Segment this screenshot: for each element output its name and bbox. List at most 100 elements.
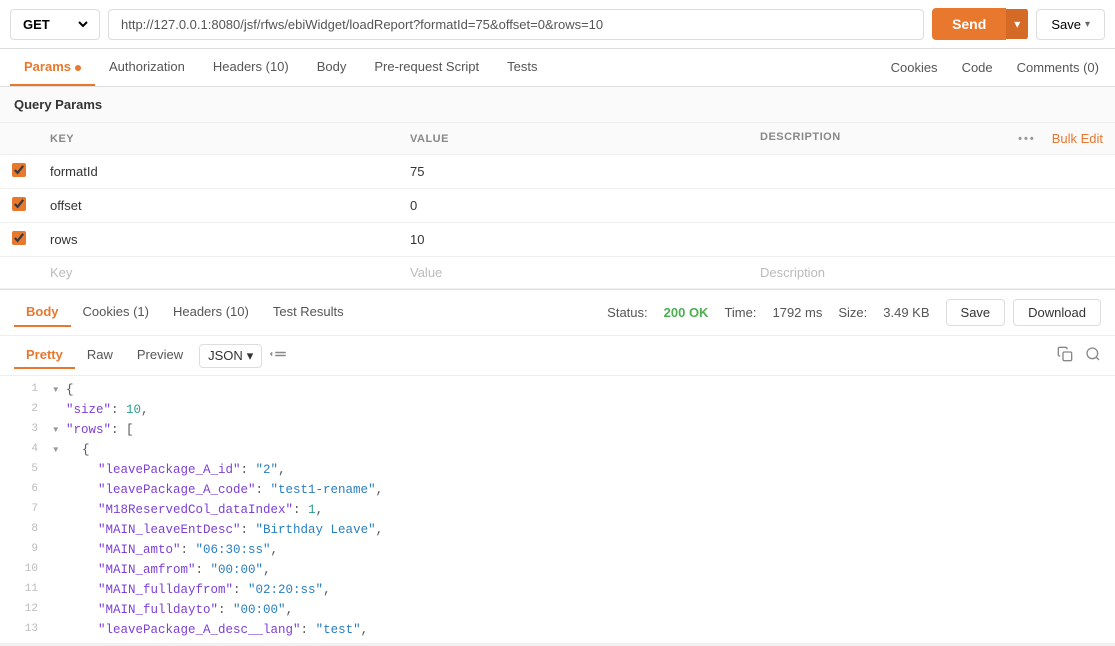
tab-authorization[interactable]: Authorization bbox=[95, 49, 199, 86]
line-content: "leavePackage_A_code": "test1-rename", bbox=[98, 480, 383, 500]
row-desc-3[interactable] bbox=[748, 223, 1115, 257]
json-line: 4 ▾ { bbox=[0, 440, 1115, 460]
collapse-arrow[interactable]: ▾ bbox=[52, 440, 62, 460]
line-content: "T2_A_id": "0", bbox=[98, 640, 211, 643]
code-tab-preview[interactable]: Preview bbox=[125, 342, 195, 369]
chevron-down-icon: ▾ bbox=[1085, 19, 1090, 30]
method-select[interactable]: GET POST PUT DELETE bbox=[10, 9, 100, 40]
row-check-2[interactable] bbox=[0, 189, 38, 223]
row-check-3[interactable] bbox=[0, 223, 38, 257]
send-dropdown-button[interactable]: ▾ bbox=[1006, 9, 1028, 39]
row-value-3[interactable]: 10 bbox=[398, 223, 748, 257]
search-icon[interactable] bbox=[1085, 346, 1101, 365]
send-button[interactable]: Send bbox=[932, 8, 1006, 40]
save-label: Save bbox=[1051, 17, 1081, 32]
json-line: 6 "leavePackage_A_code": "test1-rename", bbox=[0, 480, 1115, 500]
response-download-button[interactable]: Download bbox=[1013, 299, 1101, 326]
wrap-icon[interactable] bbox=[270, 345, 288, 366]
row-key-1[interactable]: formatId bbox=[38, 155, 398, 189]
resp-tab-body[interactable]: Body bbox=[14, 298, 71, 327]
table-row: rows 10 bbox=[0, 223, 1115, 257]
row-key-2[interactable]: offset bbox=[38, 189, 398, 223]
query-params-header: Query Params bbox=[0, 87, 1115, 123]
params-table: KEY VALUE DESCRIPTION ••• Bulk Edit form… bbox=[0, 123, 1115, 289]
bulk-edit-button[interactable]: Bulk Edit bbox=[1052, 131, 1103, 146]
code-tab-pretty[interactable]: Pretty bbox=[14, 342, 75, 369]
resp-tab-test-results[interactable]: Test Results bbox=[261, 298, 356, 327]
response-status: Status: 200 OK Time: 1792 ms Size: 3.49 … bbox=[607, 305, 929, 320]
format-select[interactable]: JSON ▾ bbox=[199, 344, 262, 368]
resp-tab-headers[interactable]: Headers (10) bbox=[161, 298, 261, 327]
line-number: 7 bbox=[8, 500, 38, 519]
json-line: 12 "MAIN_fulldayto": "00:00", bbox=[0, 600, 1115, 620]
tab-headers[interactable]: Headers (10) bbox=[199, 49, 303, 86]
line-number: 11 bbox=[8, 580, 38, 599]
code-tab-raw[interactable]: Raw bbox=[75, 342, 125, 369]
line-content: "MAIN_amto": "06:30:ss", bbox=[98, 540, 278, 560]
method-dropdown[interactable]: GET POST PUT DELETE bbox=[19, 16, 91, 33]
line-number: 14 bbox=[8, 640, 38, 643]
response-save-button[interactable]: Save bbox=[946, 299, 1006, 326]
collapse-arrow[interactable]: ▾ bbox=[52, 420, 62, 440]
tab-params[interactable]: Params bbox=[10, 49, 95, 86]
check-col-header bbox=[0, 123, 38, 155]
line-content: "rows": [ bbox=[66, 420, 134, 440]
line-content: "leavePackage_A_id": "2", bbox=[98, 460, 286, 480]
line-number: 8 bbox=[8, 520, 38, 539]
line-number: 4 bbox=[8, 440, 38, 459]
request-tabs: Params Authorization Headers (10) Body P… bbox=[0, 49, 1115, 87]
json-line: 8 "MAIN_leaveEntDesc": "Birthday Leave", bbox=[0, 520, 1115, 540]
tab-body[interactable]: Body bbox=[303, 49, 361, 86]
line-content: { bbox=[66, 380, 74, 400]
right-tab-cookies[interactable]: Cookies bbox=[885, 50, 944, 85]
row-key-3[interactable]: rows bbox=[38, 223, 398, 257]
right-tab-code[interactable]: Code bbox=[956, 50, 999, 85]
row-desc-2[interactable] bbox=[748, 189, 1115, 223]
row-value-1[interactable]: 75 bbox=[398, 155, 748, 189]
line-content: "MAIN_fulldayto": "00:00", bbox=[98, 600, 293, 620]
row-desc-1[interactable] bbox=[748, 155, 1115, 189]
copy-icon[interactable] bbox=[1057, 346, 1073, 365]
tab-tests[interactable]: Tests bbox=[493, 49, 551, 86]
json-line: 9 "MAIN_amto": "06:30:ss", bbox=[0, 540, 1115, 560]
line-number: 2 bbox=[8, 400, 38, 419]
params-dot bbox=[75, 65, 81, 71]
line-number: 12 bbox=[8, 600, 38, 619]
line-number: 1 bbox=[8, 380, 38, 399]
row-value-empty[interactable]: Value bbox=[398, 257, 748, 289]
time-label: Time: bbox=[724, 305, 756, 320]
save-button[interactable]: Save ▾ bbox=[1036, 9, 1105, 40]
response-section: Body Cookies (1) Headers (10) Test Resul… bbox=[0, 289, 1115, 643]
row-value-2[interactable]: 0 bbox=[398, 189, 748, 223]
row-desc-empty[interactable]: Description bbox=[748, 257, 1115, 289]
status-label: Status: bbox=[607, 305, 647, 320]
collapse-arrow[interactable]: ▾ bbox=[52, 380, 62, 400]
tab-pre-request[interactable]: Pre-request Script bbox=[360, 49, 493, 86]
json-line: 1 ▾ { bbox=[0, 380, 1115, 400]
json-line: 10 "MAIN_amfrom": "00:00", bbox=[0, 560, 1115, 580]
line-number: 6 bbox=[8, 480, 38, 499]
url-input[interactable] bbox=[108, 9, 924, 40]
line-content: "MAIN_fulldayfrom": "02:20:ss", bbox=[98, 580, 331, 600]
right-tabs: Cookies Code Comments (0) bbox=[885, 50, 1105, 85]
line-content: "MAIN_leaveEntDesc": "Birthday Leave", bbox=[98, 520, 383, 540]
line-number: 3 bbox=[8, 420, 38, 439]
json-line: 7 "M18ReservedCol_dataIndex": 1, bbox=[0, 500, 1115, 520]
size-value: 3.49 KB bbox=[883, 305, 929, 320]
desc-col-header: DESCRIPTION ••• Bulk Edit bbox=[748, 123, 1115, 155]
main-content: Params Authorization Headers (10) Body P… bbox=[0, 49, 1115, 643]
table-row: offset 0 bbox=[0, 189, 1115, 223]
line-content: { bbox=[82, 440, 90, 460]
json-content[interactable]: 1 ▾ { 2 "size": 10, 3 ▾ "rows": [ 4 ▾ { … bbox=[0, 376, 1115, 643]
row-key-empty[interactable]: Key bbox=[38, 257, 398, 289]
resp-tab-cookies[interactable]: Cookies (1) bbox=[71, 298, 161, 327]
line-number: 9 bbox=[8, 540, 38, 559]
line-content: "M18ReservedCol_dataIndex": 1, bbox=[98, 500, 323, 520]
line-number: 10 bbox=[8, 560, 38, 579]
right-tab-comments[interactable]: Comments (0) bbox=[1011, 50, 1105, 85]
status-value: 200 OK bbox=[664, 305, 709, 320]
row-check-1[interactable] bbox=[0, 155, 38, 189]
more-options-icon[interactable]: ••• bbox=[1018, 133, 1036, 145]
code-bar: Pretty Raw Preview JSON ▾ bbox=[0, 336, 1115, 376]
top-bar: GET POST PUT DELETE Send ▾ Save ▾ bbox=[0, 0, 1115, 49]
